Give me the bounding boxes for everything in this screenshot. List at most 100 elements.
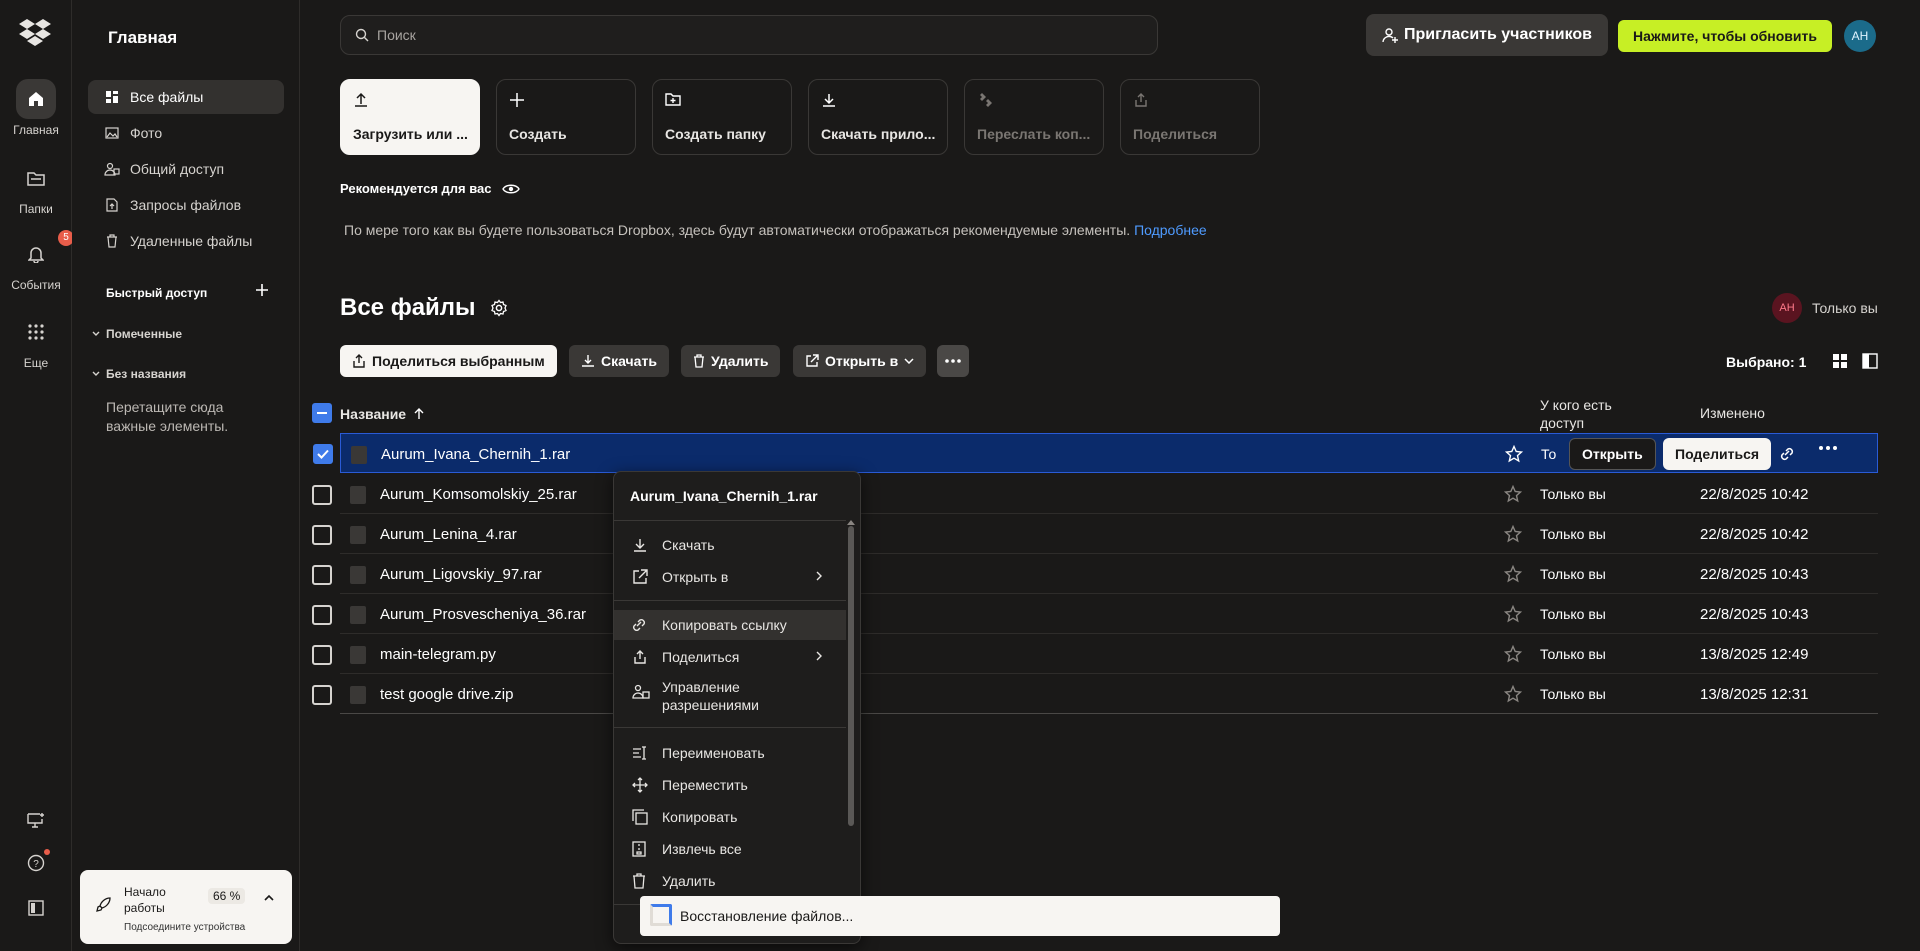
onboarding-card[interactable]: Начало работы 66 % Подсоедините устройст… xyxy=(80,870,292,944)
add-quick-access-icon[interactable] xyxy=(256,284,268,296)
menu-item-label: Скачать xyxy=(662,537,715,553)
file-name[interactable]: test google drive.zip xyxy=(380,686,513,703)
invite-button[interactable]: Пригласить участников xyxy=(1366,14,1608,56)
menu-item-label: Управление разрешениями xyxy=(662,679,760,713)
delete-button[interactable]: Удалить xyxy=(681,345,781,377)
owner-indicator[interactable]: AH Только вы xyxy=(1772,293,1878,323)
table-row[interactable]: Aurum_Komsomolskiy_25.rar Только вы 22/8… xyxy=(312,474,1878,514)
file-access: Только вы xyxy=(1540,686,1606,702)
star-icon[interactable] xyxy=(1504,645,1522,663)
open-in-button[interactable]: Открыть в xyxy=(793,345,927,377)
gear-icon[interactable] xyxy=(490,299,508,317)
name-column-header[interactable]: Название xyxy=(340,406,424,422)
rail-item-folders[interactable]: Папки xyxy=(0,158,72,216)
learn-more-link[interactable]: Подробнее xyxy=(1134,222,1207,238)
row-checkbox[interactable] xyxy=(312,525,332,545)
scrollbar[interactable] xyxy=(848,526,854,826)
star-icon[interactable] xyxy=(1504,605,1522,623)
menu-item-delete[interactable]: Удалить xyxy=(614,866,846,896)
sidebar-item-deleted[interactable]: Удаленные файлы xyxy=(88,224,284,258)
sidebar-toggle-icon[interactable] xyxy=(24,896,48,920)
rail-item-more[interactable]: Еще xyxy=(0,312,72,370)
chevron-down-icon xyxy=(92,371,100,376)
table-row[interactable]: Aurum_Ligovskiy_97.rar Только вы 22/8/20… xyxy=(312,554,1878,594)
details-pane-icon[interactable] xyxy=(1862,353,1878,369)
sidebar-item-shared[interactable]: Общий доступ xyxy=(88,152,284,186)
star-icon[interactable] xyxy=(1504,685,1522,703)
create-button[interactable]: Создать xyxy=(496,79,636,155)
modified-column-header[interactable]: Изменено xyxy=(1700,405,1765,421)
quick-access-heading: Быстрый доступ xyxy=(106,286,208,300)
rail-item-events[interactable]: 5 События xyxy=(0,230,74,292)
minus-icon xyxy=(312,403,332,423)
row-checkbox[interactable] xyxy=(312,645,332,665)
row-checkbox[interactable] xyxy=(313,444,333,464)
eye-icon[interactable] xyxy=(501,183,520,195)
desktop-app-icon[interactable] xyxy=(24,808,48,832)
transfer-button[interactable]: Переслать коп... xyxy=(964,79,1104,155)
menu-item-rename[interactable]: Переименовать xyxy=(614,738,846,768)
sidebar-item-file-requests[interactable]: Запросы файлов xyxy=(88,188,284,222)
menu-item-extract[interactable]: Извлечь все xyxy=(614,834,846,864)
more-icon[interactable] xyxy=(1819,446,1837,450)
table-row[interactable]: Aurum_Lenina_4.rar Только вы 22/8/2025 1… xyxy=(312,514,1878,554)
help-icon[interactable]: ? xyxy=(24,849,50,875)
menu-item-copy-link[interactable]: Копировать ссылку xyxy=(614,610,846,640)
archive-file-icon xyxy=(350,526,366,544)
file-name[interactable]: main-telegram.py xyxy=(380,646,496,663)
star-icon[interactable] xyxy=(1504,525,1522,543)
file-access: Только вы xyxy=(1540,526,1606,542)
file-name[interactable]: Aurum_Prosvescheniya_36.rar xyxy=(380,606,586,623)
open-button[interactable]: Открыть xyxy=(1569,438,1656,470)
table-row[interactable]: Aurum_Ivana_Chernih_1.rar То Открыть Под… xyxy=(313,433,1878,473)
menu-item-download[interactable]: Скачать xyxy=(614,530,846,560)
dropbox-logo-icon[interactable] xyxy=(18,18,52,48)
chevron-right-icon xyxy=(816,651,822,661)
download-button[interactable]: Скачать xyxy=(569,345,669,377)
upload-button[interactable]: Загрузить или ... xyxy=(340,79,480,155)
share-button[interactable]: Поделиться xyxy=(1663,438,1772,470)
starred-group[interactable]: Помеченные xyxy=(92,327,182,341)
file-name[interactable]: Aurum_Lenina_4.rar xyxy=(380,526,517,543)
menu-item-open-in[interactable]: Открыть в xyxy=(614,562,846,592)
star-icon[interactable] xyxy=(1504,485,1522,503)
share-selected-button[interactable]: Поделиться выбранным xyxy=(340,345,557,377)
table-row[interactable]: Aurum_Prosvescheniya_36.rar Только вы 22… xyxy=(312,594,1878,634)
search-input[interactable] xyxy=(377,27,1077,43)
menu-item-label: Копировать ссылку xyxy=(662,617,787,633)
select-all-checkbox[interactable] xyxy=(312,403,332,423)
menu-item-share[interactable]: Поделиться xyxy=(614,642,846,672)
avatar[interactable]: AH xyxy=(1844,20,1876,52)
row-checkbox[interactable] xyxy=(312,605,332,625)
invite-label: Пригласить участников xyxy=(1403,26,1592,43)
grid-view-icon[interactable] xyxy=(1832,353,1848,369)
more-actions-button[interactable] xyxy=(937,345,969,377)
link-icon[interactable] xyxy=(1779,445,1795,463)
upgrade-button[interactable]: Нажмите, чтобы обновить xyxy=(1618,20,1832,52)
star-icon[interactable] xyxy=(1505,445,1523,463)
row-checkbox[interactable] xyxy=(312,485,332,505)
access-column-header[interactable]: У кого есть доступ xyxy=(1540,396,1630,432)
share-quick-button[interactable]: Поделиться xyxy=(1120,79,1260,155)
row-checkbox[interactable] xyxy=(312,685,332,705)
create-folder-button[interactable]: Создать папку xyxy=(652,79,792,155)
sidebar-item-all-files[interactable]: Все файлы xyxy=(88,80,284,114)
search-bar[interactable] xyxy=(340,15,1158,55)
spinner-icon xyxy=(650,904,672,926)
table-row[interactable]: main-telegram.py Только вы 13/8/2025 12:… xyxy=(312,634,1878,674)
star-icon[interactable] xyxy=(1504,565,1522,583)
scroll-up-arrow[interactable] xyxy=(847,520,855,525)
row-checkbox[interactable] xyxy=(312,565,332,585)
menu-item-copy[interactable]: Копировать xyxy=(614,802,846,832)
download-app-button[interactable]: Скачать прило... xyxy=(808,79,948,155)
table-row[interactable]: test google drive.zip Только вы 13/8/202… xyxy=(312,674,1878,714)
file-name[interactable]: Aurum_Ligovskiy_97.rar xyxy=(380,566,542,583)
file-name[interactable]: Aurum_Komsomolskiy_25.rar xyxy=(380,486,577,503)
file-name[interactable]: Aurum_Ivana_Chernih_1.rar xyxy=(381,446,570,463)
sidebar-item-photos[interactable]: Фото xyxy=(88,116,284,150)
menu-item-move[interactable]: Переместить xyxy=(614,770,846,800)
rail-item-home[interactable]: Главная xyxy=(0,79,72,137)
menu-item-permissions[interactable]: Управление разрешениями xyxy=(614,678,846,716)
untitled-group[interactable]: Без названия xyxy=(92,367,186,381)
chevron-up-icon[interactable] xyxy=(264,894,274,902)
